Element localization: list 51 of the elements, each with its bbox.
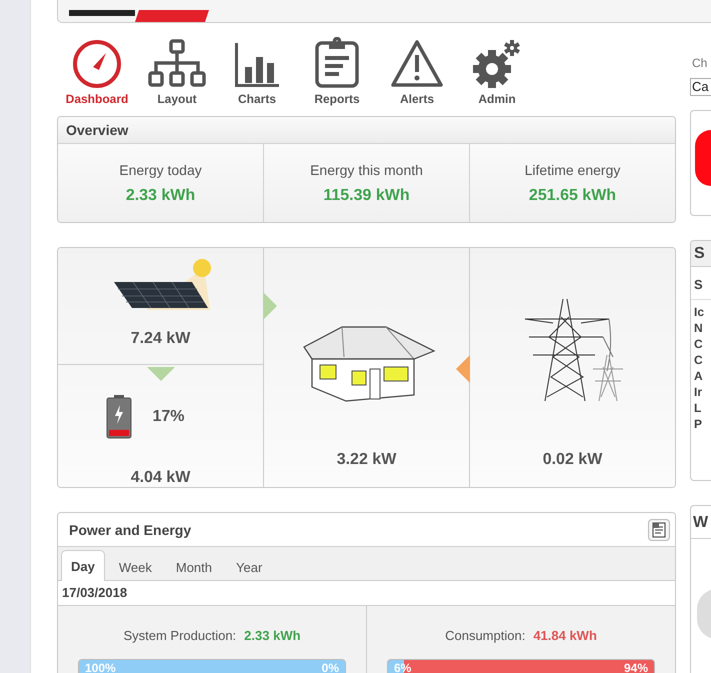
stat-value: 251.65 kWh: [528, 186, 616, 204]
panel-title: S: [694, 245, 705, 262]
nav-item[interactable]: Layout: [137, 37, 217, 106]
battery-icon: [106, 395, 132, 439]
share-right-label: 0%: [322, 661, 339, 673]
pv-power: 7.24 kW: [130, 330, 190, 348]
select-field[interactable]: Ca: [690, 78, 711, 96]
stat-value: 115.39 kWh: [323, 186, 410, 204]
nav-item[interactable]: Dashboard: [57, 37, 137, 106]
info-label: L: [693, 400, 702, 416]
summary-value: 2.33 kWh: [244, 628, 301, 643]
stat-value: 2.33 kWh: [126, 186, 196, 204]
info-label: P: [693, 416, 704, 432]
gears-icon: [472, 39, 522, 89]
summary-value: 41.84 kWh: [533, 628, 597, 643]
period-tab[interactable]: Month: [166, 553, 222, 580]
info-label: N: [693, 320, 704, 336]
grid-power: 0.02 kW: [542, 451, 602, 469]
document-icon: [652, 522, 666, 538]
gauge-icon: [72, 39, 122, 89]
share-right-label: 94%: [624, 661, 648, 673]
export-button[interactable]: [648, 518, 670, 540]
summary-label: System Production:: [123, 628, 236, 643]
stat-label: Energy this month: [310, 162, 423, 178]
hierarchy-icon: [147, 39, 207, 89]
nav-item[interactable]: Admin: [457, 37, 537, 106]
info-label: Ic: [693, 304, 706, 320]
period-tab[interactable]: Year: [226, 553, 272, 580]
load-power: 3.22 kW: [336, 451, 396, 469]
panel-title: W: [693, 514, 708, 531]
period-tab[interactable]: Day: [61, 550, 105, 581]
panel-title: Overview: [66, 122, 128, 138]
nav-item[interactable]: Reports: [297, 37, 377, 106]
panel-title: Power and Energy: [69, 522, 192, 538]
battery-power: 4.04 kW: [130, 469, 190, 487]
info-label: A: [693, 368, 704, 384]
summary-label: Consumption:: [445, 628, 526, 643]
stat-label: Energy today: [119, 162, 202, 178]
info-label: Ir: [693, 384, 704, 400]
stat-label: Lifetime energy: [524, 162, 620, 178]
info-label: C: [693, 336, 704, 352]
field-label: Ch: [691, 56, 708, 70]
clipboard-icon: [313, 37, 361, 89]
info-label: C: [693, 352, 704, 368]
battery-charge: 17%: [152, 408, 185, 426]
share-left-label: 100%: [85, 661, 116, 673]
period-tab[interactable]: Week: [108, 553, 162, 580]
panel-subtitle: S: [694, 277, 703, 292]
nav-item[interactable]: Alerts: [377, 37, 457, 106]
nav-item[interactable]: Charts: [217, 37, 297, 106]
warning-icon: [390, 39, 444, 89]
